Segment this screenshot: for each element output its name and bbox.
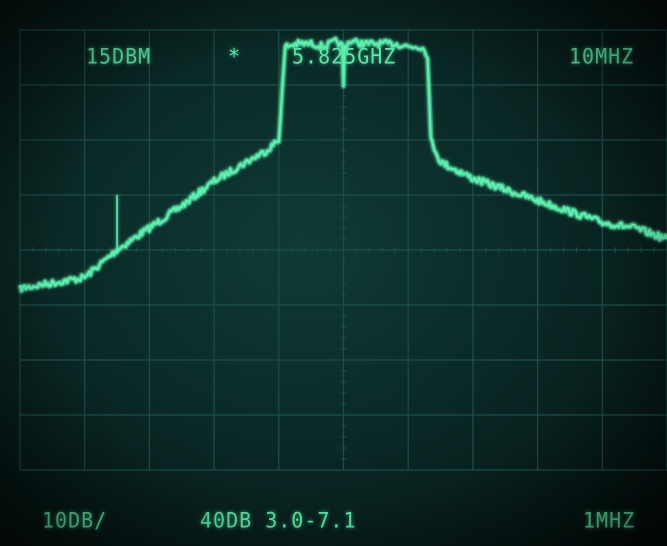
vertical-scale-readout: 10DB/ [42, 507, 108, 533]
spectrum-plot [17, 29, 667, 471]
center-frequency-readout: 5.825GHZ [292, 43, 397, 69]
spectrum-analyzer-screen: 15DBM * 5.825GHZ 10MHZ 10DB/ 40DB 3.0-7.… [0, 0, 667, 546]
marker-symbol: * [228, 43, 242, 69]
span-readout: 10MHZ [569, 43, 635, 69]
attenuation-readout: 40DB 3.0-7.1 [200, 507, 357, 533]
reference-level-readout: 15DBM [86, 43, 152, 69]
resolution-bandwidth-readout: 1MHZ [583, 507, 636, 533]
